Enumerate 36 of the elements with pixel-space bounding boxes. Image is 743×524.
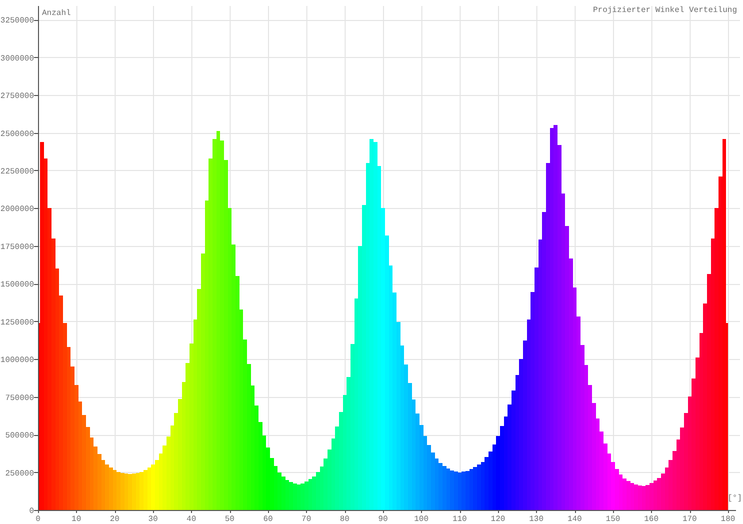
axis-tick-label: 1250000 [0, 318, 34, 328]
axis-title: [°] [728, 494, 742, 503]
axis-tick-label: 30 [148, 515, 158, 524]
axis-tick-label: 3250000 [0, 16, 34, 26]
axis-tick-label: 50 [224, 515, 234, 524]
axis-tick-label: 90 [378, 515, 388, 524]
axis-tick-label: 40 [186, 515, 196, 524]
axis-tick-label: 2500000 [0, 130, 34, 139]
axis-tick-label: 1750000 [0, 242, 34, 252]
axis-tick-label: 0 [36, 515, 40, 524]
axis-tick-label: 10 [72, 515, 82, 524]
axis-tick-label: 0 [29, 507, 34, 516]
axis-tick-label: 60 [263, 515, 273, 524]
axis-tick-label: 2000000 [0, 205, 34, 214]
axis-tick-label: 500000 [5, 432, 34, 441]
axis-tick-label: 120 [490, 515, 506, 524]
axis-title: Anzahl [42, 9, 71, 18]
axis-tick-label: 170 [682, 515, 697, 524]
axis-tick-label: 3000000 [0, 54, 34, 64]
axis-tick-label: 160 [644, 515, 659, 524]
axis-tick-label: 130 [529, 515, 544, 524]
axis-tick-label: 80 [340, 515, 350, 524]
axis-tick-label: 750000 [5, 394, 34, 403]
axis-tick-label: 250000 [5, 469, 34, 478]
axis-tick-label: 2250000 [0, 167, 34, 176]
axis-tick-label: 2750000 [0, 92, 34, 102]
axis-tick-label: 20 [110, 515, 120, 524]
axis-tick-label: 70 [302, 515, 312, 524]
axis-tick-label: 1500000 [0, 280, 34, 290]
axis-tick-label: 100 [414, 515, 429, 524]
axis-tick-label: 150 [606, 515, 620, 524]
axis-tick-label: 140 [567, 515, 582, 524]
axis-tick-label: 110 [452, 515, 467, 524]
axis-tick-label: 1000000 [0, 356, 34, 366]
chart-title: Projizierter Winkel Verteilung [592, 6, 737, 15]
axis-tick-label: 180 [720, 515, 736, 524]
